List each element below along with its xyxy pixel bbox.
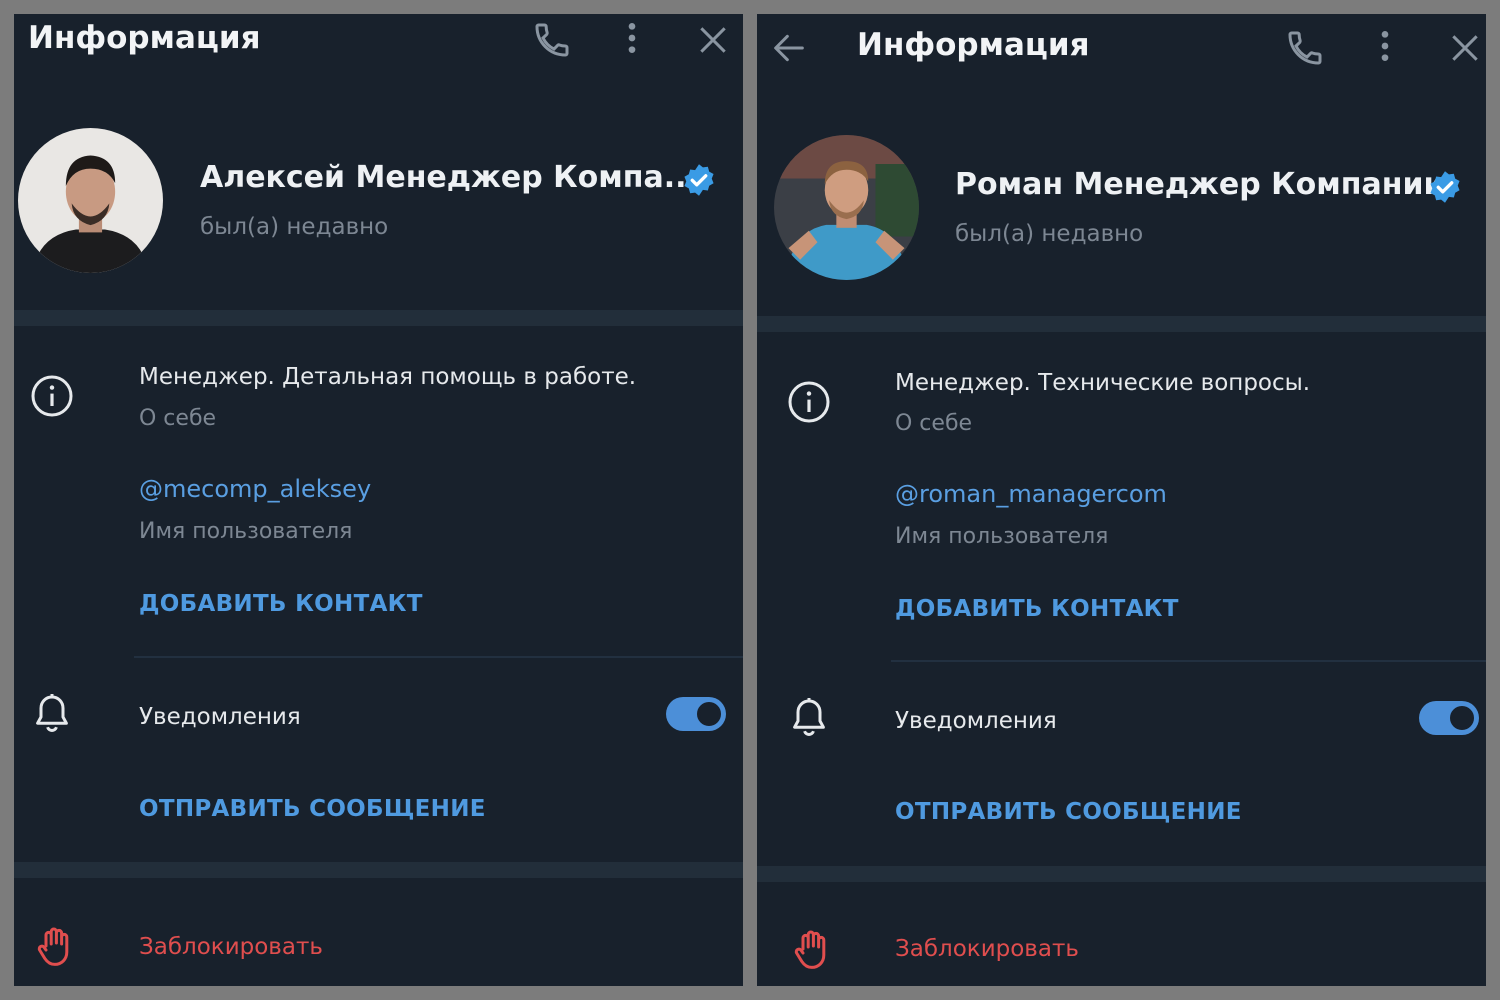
avatar[interactable]	[774, 135, 919, 280]
send-message-button[interactable]: ОТПРАВИТЬ СООБЩЕНИЕ	[895, 799, 1242, 825]
more-vertical-icon[interactable]	[1365, 26, 1405, 66]
verified-badge-icon	[1427, 169, 1463, 205]
last-seen-status: был(а) недавно	[955, 221, 1144, 247]
about-text: Менеджер. Технические вопросы.	[895, 370, 1311, 396]
divider	[891, 660, 1486, 662]
profile-panel-left: Информация Алексей Менеджер Компа... был…	[14, 14, 743, 986]
close-icon[interactable]	[693, 20, 733, 60]
notifications-toggle[interactable]	[1419, 701, 1479, 735]
add-contact-button[interactable]: ДОБАВИТЬ КОНТАКТ	[139, 591, 423, 617]
block-hand-icon	[32, 922, 80, 970]
arrow-left-icon[interactable]	[769, 28, 809, 68]
more-vertical-icon[interactable]	[612, 18, 652, 58]
info-icon	[785, 378, 833, 426]
section-separator	[757, 866, 1486, 882]
avatar[interactable]	[18, 128, 163, 273]
block-hand-icon	[789, 925, 837, 973]
profile-name: Алексей Менеджер Компа...	[200, 160, 698, 195]
profile-name: Роман Менеджер Компании	[955, 167, 1445, 202]
notifications-toggle[interactable]	[666, 697, 726, 731]
phone-icon[interactable]	[532, 20, 572, 60]
send-message-button[interactable]: ОТПРАВИТЬ СООБЩЕНИЕ	[139, 796, 486, 822]
info-icon	[28, 372, 76, 420]
username-label: Имя пользователя	[895, 524, 1109, 549]
about-label: О себе	[139, 406, 217, 431]
username-link[interactable]: @mecomp_aleksey	[139, 475, 371, 503]
last-seen-status: был(а) недавно	[200, 214, 389, 240]
block-user-button[interactable]: Заблокировать	[895, 936, 1079, 962]
username-label: Имя пользователя	[139, 519, 353, 544]
block-user-button[interactable]: Заблокировать	[139, 934, 323, 960]
about-label: О себе	[895, 411, 973, 436]
username-link[interactable]: @roman_managercom	[895, 480, 1167, 508]
section-separator	[14, 862, 743, 878]
profile-panel-right: Информация Роман Менеджер Компании был(а…	[757, 14, 1486, 986]
toggle-knob-inner	[700, 705, 718, 723]
section-separator	[757, 316, 1486, 332]
bell-icon	[28, 690, 76, 738]
header-title: Информация	[857, 27, 1090, 63]
section-separator	[14, 310, 743, 326]
phone-icon[interactable]	[1285, 28, 1325, 68]
toggle-knob	[1447, 703, 1477, 733]
about-text: Менеджер. Детальная помощь в работе.	[139, 364, 637, 390]
add-contact-button[interactable]: ДОБАВИТЬ КОНТАКТ	[895, 596, 1179, 622]
toggle-knob-inner	[1453, 709, 1471, 727]
close-icon[interactable]	[1445, 28, 1485, 68]
bell-icon	[785, 694, 833, 742]
notifications-label: Уведомления	[139, 704, 301, 730]
notifications-label: Уведомления	[895, 708, 1057, 734]
verified-badge-icon	[681, 162, 717, 198]
toggle-knob	[694, 699, 724, 729]
divider	[134, 656, 743, 658]
header-title: Информация	[28, 20, 261, 56]
